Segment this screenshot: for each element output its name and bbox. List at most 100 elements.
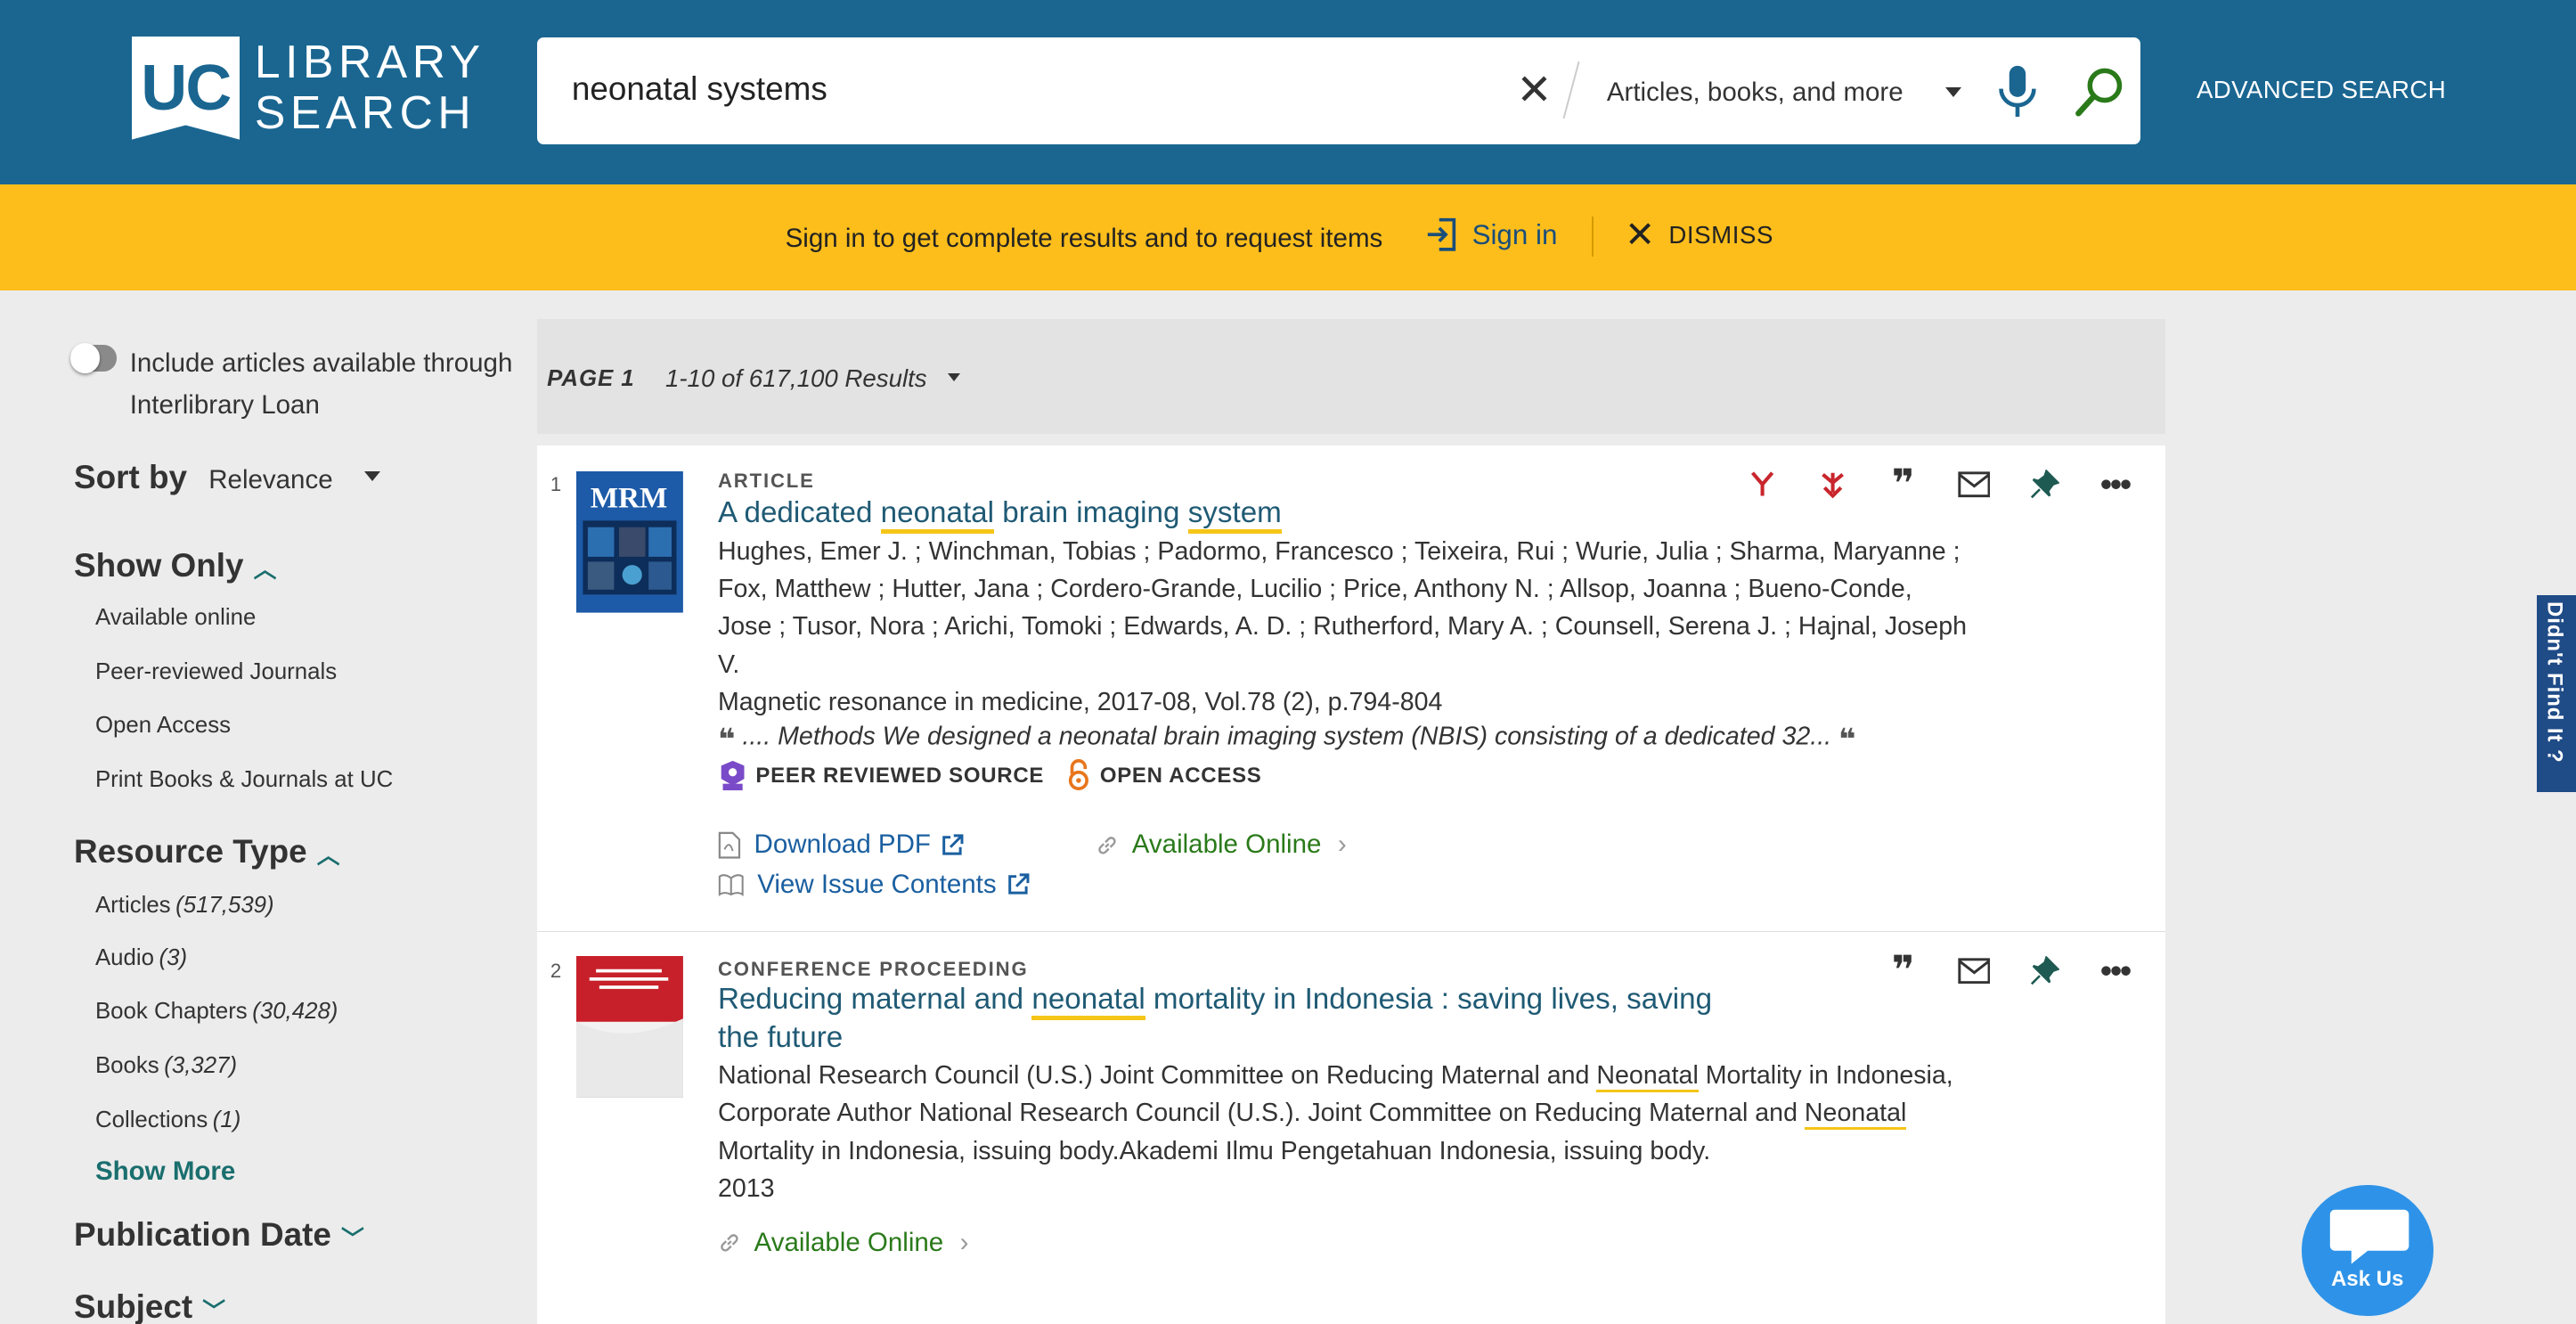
uc-library-search-logo[interactable]: UC LIBRARY SEARCH — [131, 36, 485, 140]
title-highlight: neonatal — [880, 496, 995, 535]
cited-by-icon[interactable] — [1726, 470, 1797, 499]
pdf-file-icon — [718, 831, 741, 859]
dismiss-label: DISMISS — [1668, 220, 1773, 249]
peer-reviewed-icon — [721, 760, 745, 791]
ask-us-chat-button[interactable]: Ask Us — [2302, 1184, 2433, 1317]
link-icon — [721, 1234, 738, 1252]
link-icon — [1098, 836, 1116, 854]
citation-quote-icon[interactable]: ❞ — [1868, 948, 1938, 993]
filter-open-access[interactable]: Open Access — [95, 713, 231, 739]
download-pdf-label: Download PDF — [754, 830, 931, 860]
signin-link[interactable]: Sign in — [1426, 217, 1557, 253]
book-icon — [718, 873, 744, 896]
filter-peer-reviewed[interactable]: Peer-reviewed Journals — [95, 659, 337, 685]
authors-line: V. — [717, 650, 740, 679]
authors-highlight: Neonatal — [1596, 1060, 1699, 1092]
sort-caret-icon[interactable] — [364, 471, 381, 482]
peer-reviewed-label: PEER REVIEWED SOURCE — [755, 763, 1045, 788]
download-pdf-link[interactable]: Download PDF — [718, 830, 977, 860]
result-number: 1 — [550, 473, 562, 496]
filter-print-books[interactable]: Print Books & Journals at UC — [95, 767, 393, 793]
citation-quote-icon[interactable]: ❞ — [1868, 462, 1938, 507]
results-panel: PAGE 1 1-10 of 617,100 Results 1 MRM ART… — [537, 318, 2165, 1324]
result-title[interactable]: Reducing maternal and neonatal mortality… — [718, 981, 1712, 1057]
result-actions: ❞ ••• — [1726, 462, 2150, 507]
view-issue-label: View Issue Contents — [757, 869, 997, 899]
authors-line: Jose ; Tusor, Nora ; Arichi, Tomoki ; Ed… — [717, 612, 1967, 642]
more-options-icon[interactable]: ••• — [2080, 466, 2150, 503]
peer-reviewed-badge: PEER REVIEWED SOURCE — [718, 759, 1044, 792]
logo-line-2: SEARCH — [254, 86, 477, 138]
page-label: PAGE 1 — [547, 366, 635, 392]
chevron-down-icon: ﹀ — [202, 1298, 226, 1324]
search-scope-select[interactable]: Articles, books, and more — [1607, 78, 1903, 108]
filter-count: (30,428) — [252, 999, 338, 1025]
filter-count: (3,327) — [164, 1053, 238, 1079]
results-count[interactable]: 1-10 of 617,100 Results — [665, 364, 927, 393]
authors-highlight: Neonatal — [1804, 1099, 1907, 1131]
result-type: ARTICLE — [717, 470, 815, 493]
authors-part: Mortality in Indonesia, issuing body.Aka… — [717, 1136, 1711, 1165]
interlibrary-loan-label: Include articles available through Inter… — [129, 348, 513, 420]
resource-type-heading[interactable]: Resource Type ︿ — [74, 833, 340, 870]
signin-icon — [1427, 218, 1456, 252]
email-icon[interactable] — [1938, 958, 2009, 985]
filter-collections[interactable]: Collections (1) — [95, 1107, 240, 1133]
available-online-link[interactable]: Available Online › — [1096, 830, 1347, 860]
results-page-bar: PAGE 1 1-10 of 617,100 Results — [537, 318, 2165, 434]
microphone-icon[interactable] — [1996, 64, 2039, 120]
filter-audio[interactable]: Audio (3) — [95, 945, 187, 971]
title-part: the future — [717, 1020, 844, 1054]
email-icon[interactable] — [1938, 471, 2009, 498]
chevron-up-icon: ︿ — [253, 557, 277, 583]
advanced-search-link[interactable]: ADVANCED SEARCH — [2197, 76, 2446, 104]
quote-close-icon: ❝ — [1838, 723, 1856, 756]
sort-by-label: Sort by — [73, 458, 188, 495]
citing-icon[interactable] — [1797, 470, 1868, 499]
result-snippet: ❝ .... Methods We designed a neonatal br… — [718, 722, 1856, 757]
title-part: brain imaging — [994, 496, 1188, 530]
close-icon: ✕ — [1625, 214, 1656, 256]
logo-uc-box: UC — [131, 36, 240, 140]
snippet-text: .... Methods We designed a neonatal brai… — [742, 722, 1832, 751]
didnt-find-it-label: Didn't Find It ? — [2542, 601, 2567, 764]
publication-date-heading[interactable]: Publication Date ﹀ — [74, 1216, 364, 1254]
search-divider — [1562, 61, 1580, 119]
view-issue-contents-link[interactable]: View Issue Contents — [718, 870, 1042, 900]
quote-open-icon: ❝ — [717, 723, 736, 756]
filter-sidebar: Include articles available through Inter… — [0, 290, 537, 1324]
scope-caret-icon[interactable] — [1944, 86, 1961, 97]
banner-message: Sign in to get complete results and to r… — [785, 223, 1383, 253]
show-only-heading[interactable]: Show Only ︿ — [74, 547, 276, 584]
filter-articles[interactable]: Articles (517,539) — [95, 893, 274, 919]
title-highlight: neonatal — [1031, 983, 1145, 1021]
dismiss-button[interactable]: ✕ DISMISS — [1625, 217, 1773, 253]
didnt-find-it-tab[interactable]: Didn't Find It ? — [2536, 594, 2576, 792]
result-title[interactable]: A dedicated neonatal brain imaging syste… — [718, 494, 1282, 535]
pin-icon[interactable] — [2009, 956, 2080, 985]
filter-book-chapters[interactable]: Book Chapters (30,428) — [95, 999, 338, 1025]
sort-select[interactable]: Relevance — [208, 465, 332, 495]
app-root: UC LIBRARY SEARCH neonatal systems ✕ Art… — [0, 0, 2576, 1324]
search-icon[interactable] — [2072, 64, 2128, 120]
search-input[interactable]: neonatal systems — [572, 70, 827, 108]
pin-icon[interactable] — [2009, 470, 2080, 499]
clear-search-icon[interactable]: ✕ — [1516, 66, 1552, 115]
show-more-link[interactable]: Show More — [95, 1156, 235, 1187]
chat-bubble-icon — [2329, 1209, 2409, 1264]
result-card: 1 MRM ARTICLE A dedicated neonatal brain… — [537, 445, 2165, 932]
result-source: Magnetic resonance in medicine, 2017-08,… — [717, 688, 1443, 717]
external-link-icon — [942, 833, 964, 855]
filter-books[interactable]: Books (3,327) — [95, 1053, 237, 1079]
subject-heading[interactable]: Subject ﹀ — [74, 1288, 225, 1324]
book-cover-thumbnail[interactable] — [576, 956, 684, 1099]
chevron-right-icon: › — [959, 1227, 969, 1257]
journal-cover-title: MRM — [591, 482, 668, 515]
interlibrary-loan-toggle[interactable] — [70, 343, 117, 373]
filter-available-online[interactable]: Available online — [95, 605, 256, 631]
more-options-icon[interactable]: ••• — [2080, 952, 2150, 990]
authors-part: Corporate Author National Research Counc… — [717, 1099, 1805, 1128]
results-caret-icon[interactable] — [948, 372, 961, 381]
available-online-link[interactable]: Available Online › — [718, 1228, 968, 1258]
title-highlight: system — [1187, 496, 1282, 535]
